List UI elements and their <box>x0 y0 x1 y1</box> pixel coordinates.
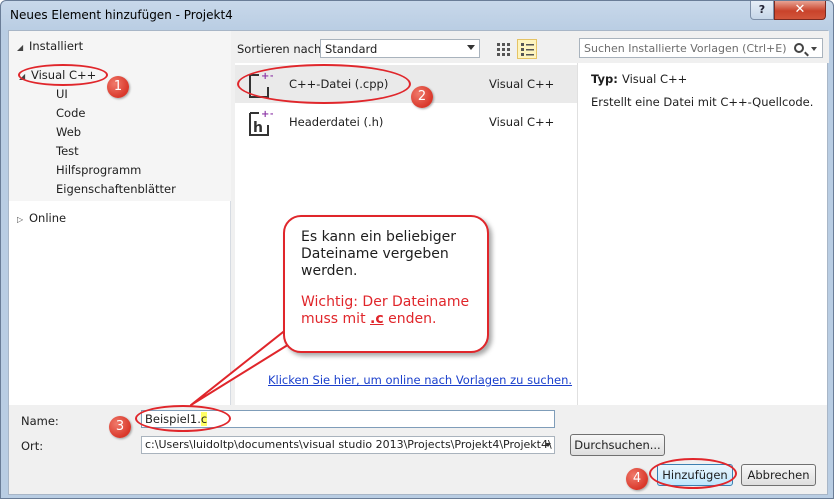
grid-icon <box>497 43 510 56</box>
detail-type-value: Visual C++ <box>622 72 688 86</box>
name-label: Name: <box>21 414 59 428</box>
online-templates-link[interactable]: Klicken Sie hier, um online nach Vorlage… <box>268 373 572 387</box>
location-select[interactable]: c:\Users\luidoltp\documents\visual studi… <box>141 436 555 454</box>
callout-text-1: Es kann ein beliebiger Dateiname vergebe… <box>301 229 456 279</box>
annotation-ellipse-2 <box>237 64 411 104</box>
list-icon <box>521 43 534 56</box>
close-button[interactable]: ✕ <box>774 1 826 20</box>
small-icons-view-button[interactable] <box>493 39 513 59</box>
tree-item-online[interactable]: ▷ Online <box>17 211 66 225</box>
help-button[interactable]: ? <box>750 1 774 20</box>
detail-description: Erstellt eine Datei mit C++-Quellcode. <box>591 95 814 109</box>
template-toolbar: Sortieren nach: Standard Suchen Installi… <box>231 31 829 63</box>
tree-item-test[interactable]: Test <box>56 144 79 158</box>
header-file-icon: h ++ <box>249 109 273 136</box>
tree-item-code[interactable]: Code <box>56 106 85 120</box>
tree-item-installed[interactable]: ◢ Installiert <box>17 39 83 53</box>
template-row-header[interactable]: h ++ Headerdatei (.h) Visual C++ <box>235 103 577 141</box>
cancel-button[interactable]: Abbrechen <box>741 464 816 486</box>
sort-select[interactable]: Standard <box>320 39 480 58</box>
template-detail-panel: Typ: Visual C++ Erstellt eine Datei mit … <box>577 63 827 405</box>
expanded-arrow-icon: ◢ <box>17 43 24 52</box>
template-search-input[interactable]: Suchen Installierte Vorlagen (Ctrl+E) <box>579 38 823 58</box>
tree-item-eigenschaftenblaetter[interactable]: Eigenschaftenblätter <box>56 182 176 196</box>
annotation-number-2: 2 <box>411 86 433 108</box>
annotation-number-3: 3 <box>109 416 131 438</box>
search-icon <box>794 43 804 53</box>
dropdown-arrow-icon <box>467 45 475 50</box>
annotation-number-1: 1 <box>107 76 129 98</box>
dropdown-arrow-icon <box>545 443 551 447</box>
annotation-ellipse-4 <box>649 458 737 489</box>
detail-type-label: Typ: <box>591 72 618 86</box>
svg-text:++: ++ <box>261 109 273 120</box>
tree-item-ui[interactable]: UI <box>56 87 68 101</box>
callout-text-2: Wichtig: Der Dateiname muss mit .c enden… <box>301 294 470 327</box>
dialog-window: Neues Element hinzufügen - Projekt4 ? ✕ … <box>0 0 834 499</box>
collapsed-arrow-icon: ▷ <box>17 215 24 224</box>
ort-label: Ort: <box>21 439 44 453</box>
title-bar[interactable]: Neues Element hinzufügen - Projekt4 ? ✕ <box>1 1 833 29</box>
sort-label: Sortieren nach: <box>237 42 326 56</box>
tree-item-hilfsprogramm[interactable]: Hilfsprogramm <box>56 163 141 177</box>
annotation-ellipse-1 <box>18 64 108 86</box>
dropdown-arrow-icon <box>811 47 817 51</box>
svg-text:h: h <box>253 120 263 136</box>
annotation-callout: Es kann ein beliebiger Dateiname vergebe… <box>283 215 489 353</box>
annotation-number-4: 4 <box>626 468 648 490</box>
tree-item-web[interactable]: Web <box>56 125 81 139</box>
list-view-button[interactable] <box>517 39 537 59</box>
annotation-ellipse-3 <box>135 405 231 432</box>
browse-button[interactable]: Durchsuchen... <box>570 434 665 456</box>
window-title: Neues Element hinzufügen - Projekt4 <box>10 8 233 22</box>
